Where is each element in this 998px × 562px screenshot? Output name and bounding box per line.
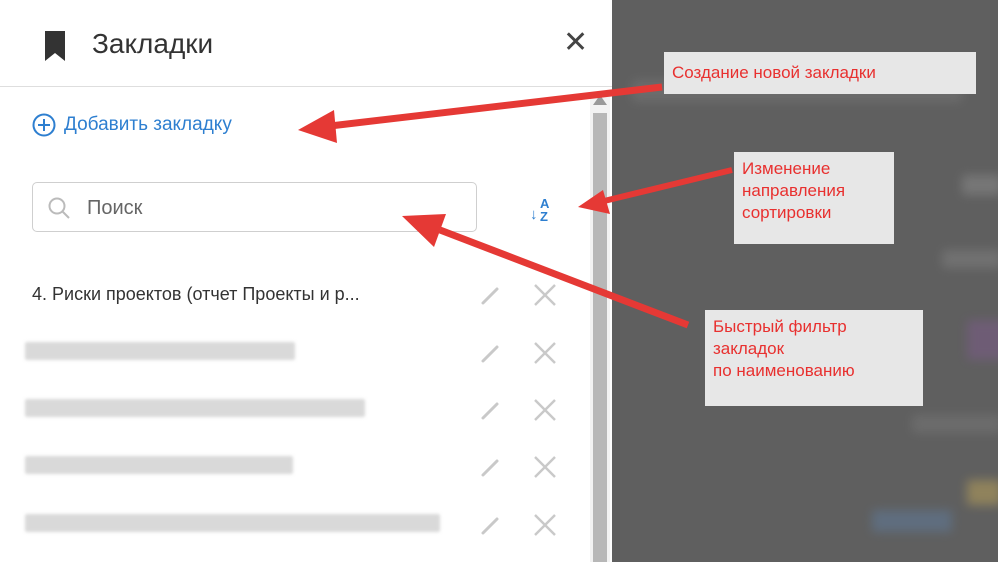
pencil-icon[interactable] [478, 397, 504, 423]
callout-new-bookmark: Создание новой закладки [664, 52, 976, 94]
sort-az-icon[interactable]: ↓ A Z [530, 196, 554, 226]
sort-letter-bottom: Z [540, 209, 548, 224]
callout-text: сортировки [742, 203, 832, 222]
callout-text: Изменение [742, 159, 831, 178]
blurred-content [872, 510, 952, 532]
add-bookmark-button[interactable]: Добавить закладку [32, 113, 232, 137]
list-item[interactable] [0, 328, 590, 378]
search-input[interactable] [85, 192, 469, 224]
callout-text: Создание новой закладки [672, 63, 876, 82]
list-item[interactable]: 4. Риски проектов (отчет Проекты и р... [0, 270, 590, 320]
blurred-bookmark-label [25, 342, 295, 360]
panel-header: Закладки ✕ [0, 0, 612, 87]
pencil-icon[interactable] [478, 282, 504, 308]
scroll-thumb[interactable] [593, 113, 607, 562]
delete-x-icon[interactable] [530, 395, 560, 425]
callout-sort-direction: Изменение направления сортировки [734, 152, 894, 244]
callout-text: направления [742, 181, 846, 200]
search-field[interactable] [32, 182, 477, 232]
bookmark-label: 4. Риски проектов (отчет Проекты и р... [32, 284, 360, 304]
pencil-icon[interactable] [478, 340, 504, 366]
scroll-up-icon[interactable] [593, 95, 607, 105]
delete-x-icon[interactable] [530, 510, 560, 540]
bookmarks-panel: Закладки ✕ Добавить закладку ↓ A Z 4. Ри… [0, 0, 612, 562]
close-icon[interactable]: ✕ [563, 28, 588, 58]
pencil-icon[interactable] [478, 454, 504, 480]
delete-x-icon[interactable] [530, 338, 560, 368]
callout-text: Быстрый фильтр [713, 317, 847, 336]
blurred-content [962, 175, 998, 195]
callout-text: закладок [713, 339, 785, 358]
panel-title: Закладки [92, 28, 214, 59]
blurred-bookmark-label [25, 456, 293, 474]
callout-quick-filter: Быстрый фильтр закладок по наименованию [705, 310, 923, 406]
list-item[interactable] [0, 500, 590, 550]
blurred-content [967, 480, 998, 505]
blurred-content [942, 250, 998, 268]
blurred-bookmark-label [25, 399, 365, 417]
blurred-content [967, 320, 998, 360]
blurred-content [912, 415, 998, 433]
callout-text: по наименованию [713, 361, 855, 380]
search-icon [48, 197, 70, 219]
bookmark-icon [45, 31, 65, 61]
delete-x-icon[interactable] [530, 452, 560, 482]
scrollbar[interactable] [590, 95, 610, 562]
blurred-bookmark-label [25, 514, 440, 532]
list-item[interactable] [0, 385, 590, 435]
delete-x-icon[interactable] [530, 280, 560, 310]
pencil-icon[interactable] [478, 512, 504, 538]
add-bookmark-label: Добавить закладку [64, 114, 232, 135]
sort-arrow-icon: ↓ [530, 206, 538, 223]
plus-circle-icon [32, 113, 56, 137]
list-item[interactable] [0, 442, 590, 492]
